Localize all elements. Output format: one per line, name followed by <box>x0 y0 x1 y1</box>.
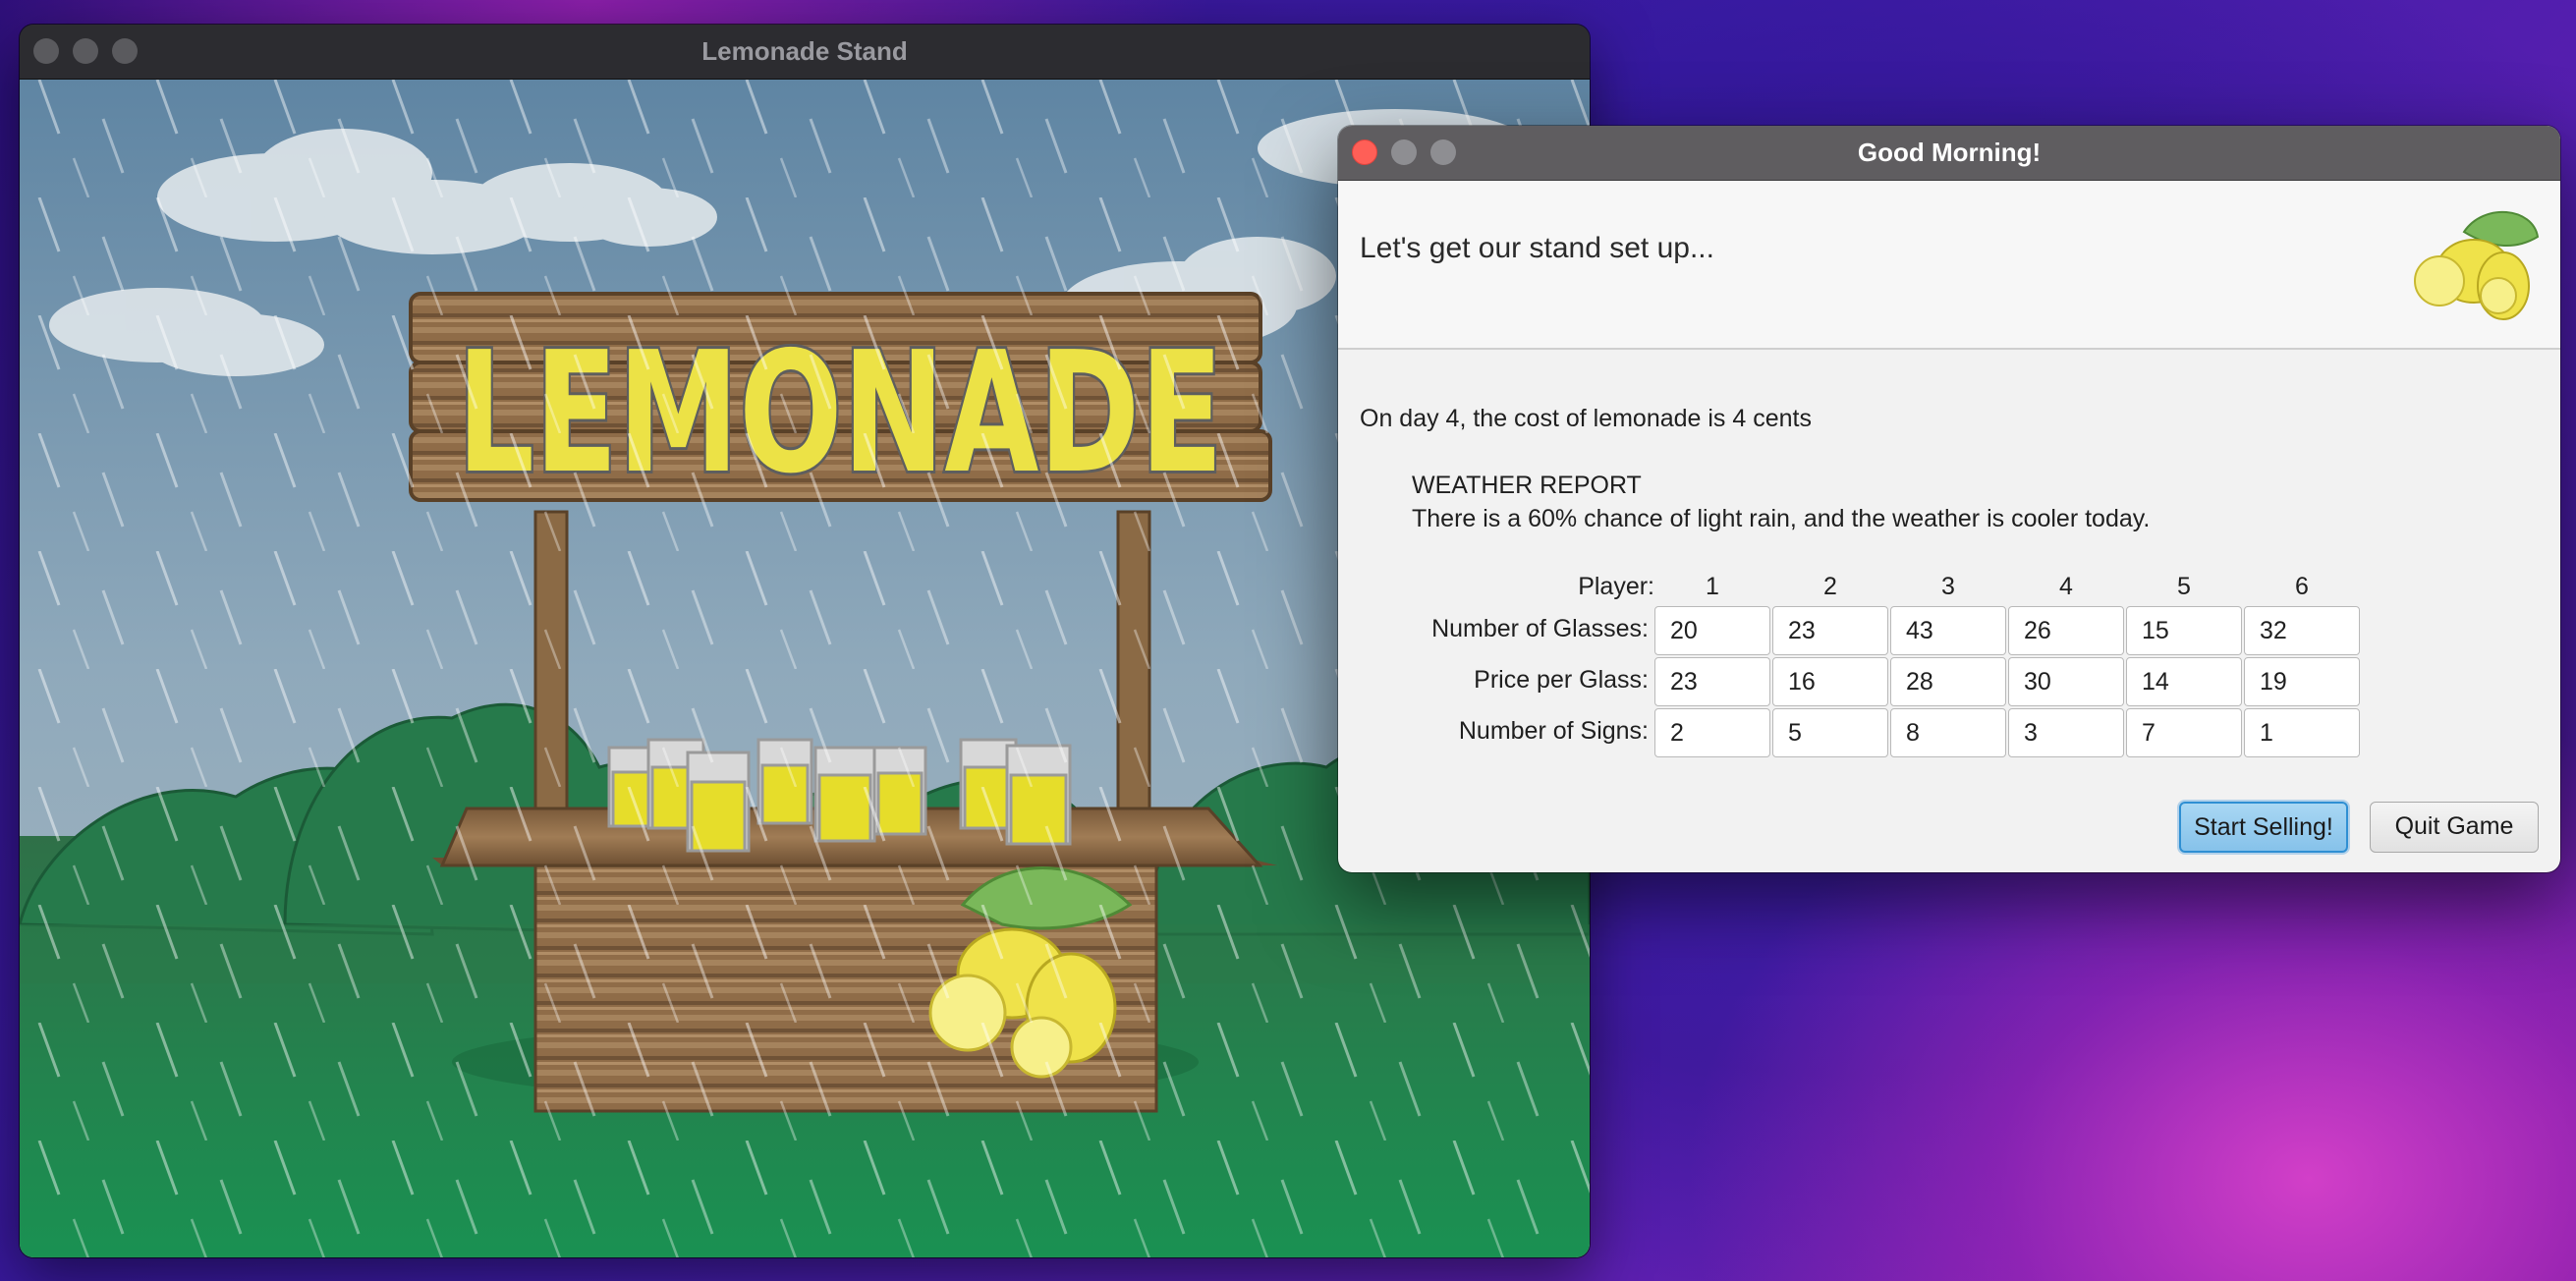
dialog-header-text: Let's get our stand set up... <box>1360 232 1714 264</box>
signs-input[interactable]: 2 <box>1654 708 1770 757</box>
player-column-header: 3 <box>1941 573 1955 600</box>
glasses-input[interactable]: 23 <box>1772 606 1888 655</box>
player-column-header: 1 <box>1706 573 1719 600</box>
signs-input[interactable]: 1 <box>2244 708 2360 757</box>
price-input[interactable]: 23 <box>1654 657 1770 706</box>
price-input[interactable]: 28 <box>1890 657 2006 706</box>
signs-input[interactable]: 8 <box>1890 708 2006 757</box>
glasses-input[interactable]: 26 <box>2008 606 2124 655</box>
signs-input[interactable]: 3 <box>2008 708 2124 757</box>
quit-game-button[interactable]: Quit Game <box>2370 802 2539 853</box>
player-column-header: 2 <box>1823 573 1837 600</box>
weather-report-title: WEATHER REPORT <box>1412 472 1642 499</box>
dialog-title: Good Morning! <box>1857 138 2042 167</box>
dialog-header: Let's get our stand set up... <box>1338 181 2560 350</box>
row-label-signs: Number of Signs: <box>1458 717 1649 745</box>
glasses-input[interactable]: 43 <box>1890 606 2006 655</box>
main-titlebar[interactable]: Lemonade Stand <box>20 25 1590 80</box>
start-selling-button[interactable]: Start Selling! <box>2179 802 2348 853</box>
player-column-header: 4 <box>2059 573 2073 600</box>
player-label: Player: <box>1578 573 1654 600</box>
price-input[interactable]: 19 <box>2244 657 2360 706</box>
glasses-input[interactable]: 15 <box>2126 606 2242 655</box>
row-label-price: Price per Glass: <box>1474 666 1649 694</box>
glasses-input[interactable]: 20 <box>1654 606 1770 655</box>
lemon-icon <box>2414 210 2540 320</box>
signs-input[interactable]: 5 <box>1772 708 1888 757</box>
glasses-input[interactable]: 32 <box>2244 606 2360 655</box>
dialog-titlebar[interactable]: Good Morning! <box>1338 126 2560 181</box>
price-input[interactable]: 30 <box>2008 657 2124 706</box>
signs-input[interactable]: 7 <box>2126 708 2242 757</box>
price-input[interactable]: 14 <box>2126 657 2242 706</box>
player-column-header: 6 <box>2295 573 2309 600</box>
price-input[interactable]: 16 <box>1772 657 1888 706</box>
row-label-glasses: Number of Glasses: <box>1431 615 1649 642</box>
main-window-title: Lemonade Stand <box>701 36 908 66</box>
player-column-header: 5 <box>2177 573 2191 600</box>
weather-report-text: There is a 60% chance of light rain, and… <box>1412 505 2151 532</box>
good-morning-dialog: Good Morning! Let's get our stand set up… <box>1338 126 2560 872</box>
cost-line: On day 4, the cost of lemonade is 4 cent… <box>1360 405 1812 432</box>
